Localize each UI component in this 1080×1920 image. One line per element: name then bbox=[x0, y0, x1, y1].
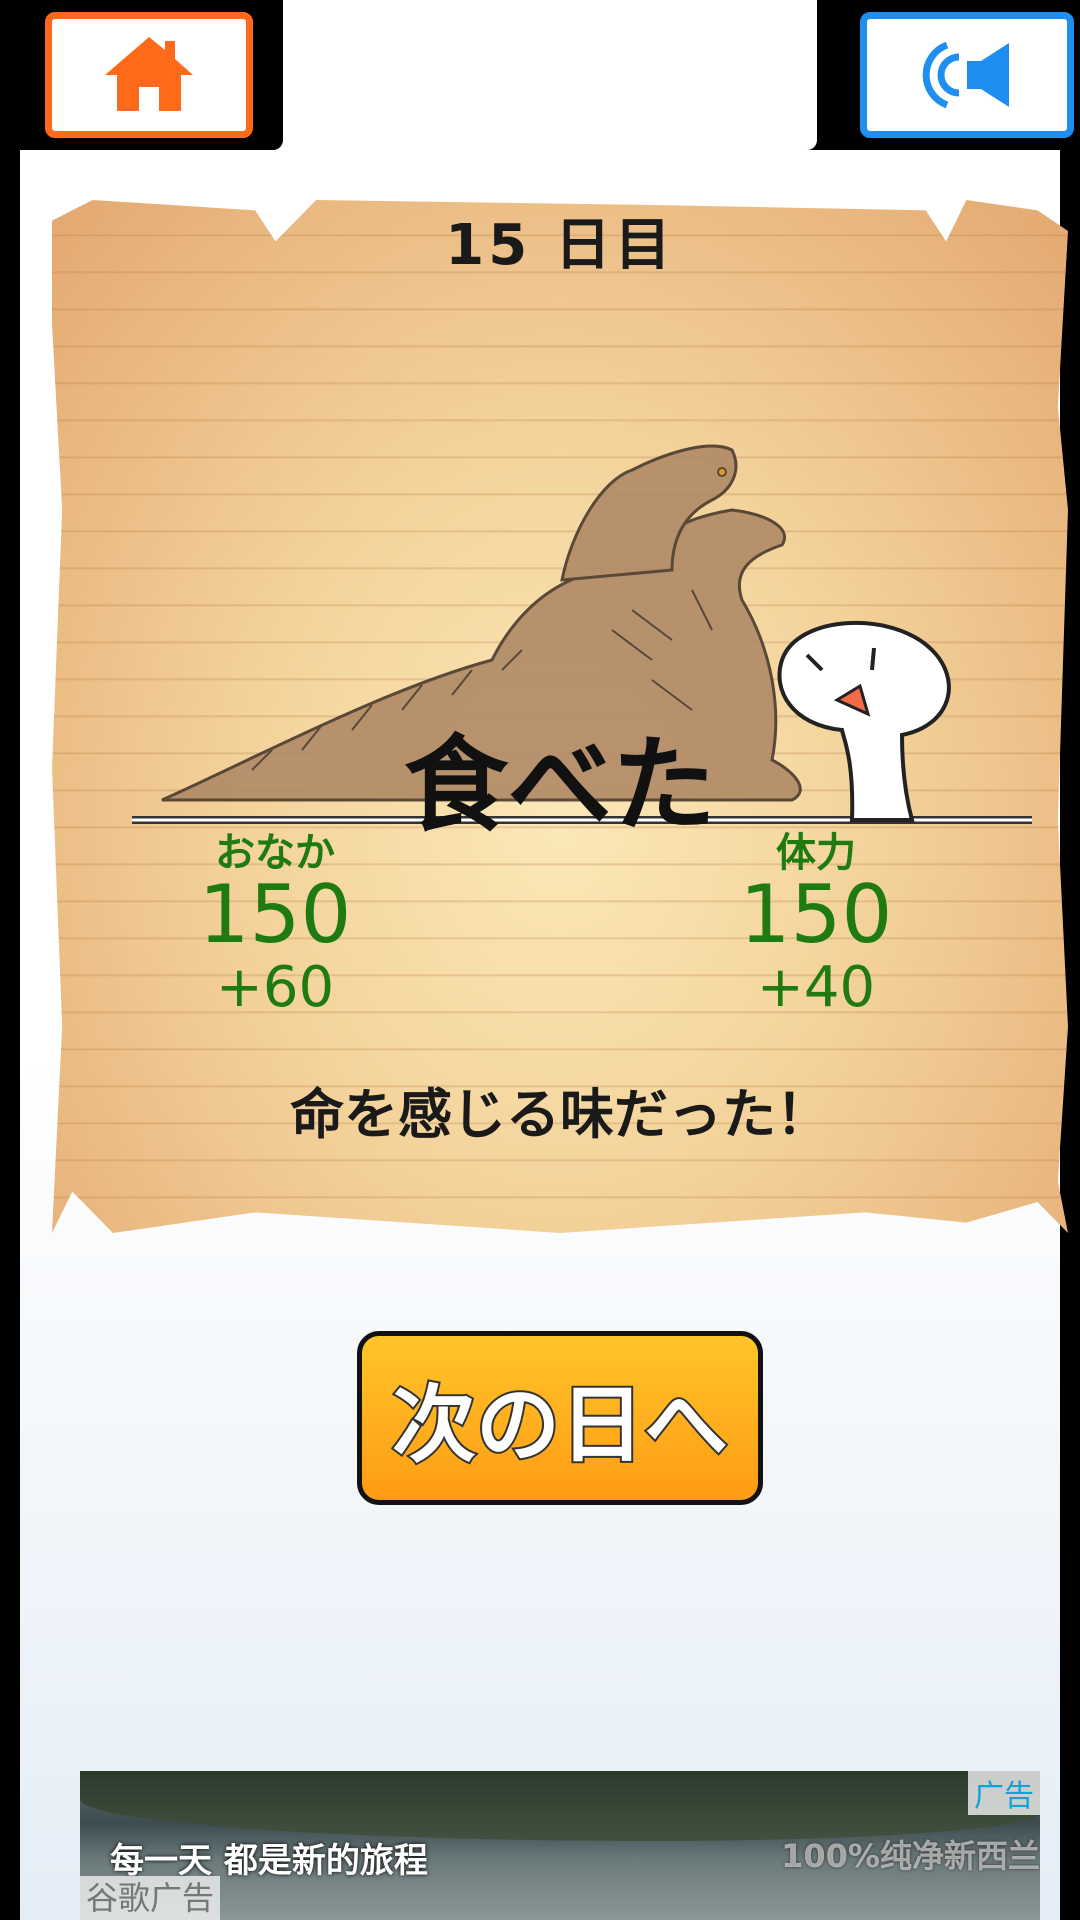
result-message: 命を感じる味だった！ bbox=[290, 1083, 830, 1146]
stat-hunger: おなか 150 +60 bbox=[145, 200, 405, 1100]
top-center-panel bbox=[303, 0, 817, 150]
ad-banner[interactable]: 广告 每一天 都是新的旅程 100%纯净新西兰 谷歌广告 bbox=[80, 1771, 1040, 1920]
stat-hunger-delta: +60 bbox=[215, 955, 335, 1020]
stat-hunger-value: 150 bbox=[198, 868, 352, 961]
result-card: 15 日目 食べた おなか 150 +60 体力 150 +40 命を感じる味だ… bbox=[52, 200, 1068, 1233]
next-day-button[interactable]: 次の日へ bbox=[357, 1331, 763, 1505]
ad-headline: 每一天 都是新的旅程 bbox=[110, 1841, 428, 1881]
next-day-label: 次の日へ bbox=[390, 1374, 730, 1476]
home-icon bbox=[105, 37, 193, 111]
stat-stamina-delta: +40 bbox=[756, 955, 876, 1020]
ad-badge[interactable]: 广告 bbox=[968, 1771, 1040, 1815]
ad-right-text: 100%纯净新西兰 bbox=[781, 1837, 1040, 1875]
stat-stamina-value: 150 bbox=[739, 868, 893, 961]
stat-stamina: 体力 150 +40 bbox=[686, 200, 946, 1100]
home-button[interactable] bbox=[45, 12, 253, 138]
ad-google-label: 谷歌广告 bbox=[80, 1876, 221, 1920]
sound-toggle-button[interactable] bbox=[860, 12, 1074, 138]
speaker-icon bbox=[922, 41, 1009, 109]
game-screen: 15 日目 食べた おなか 150 +60 体力 150 +40 命を感じる味だ… bbox=[20, 0, 1080, 1920]
